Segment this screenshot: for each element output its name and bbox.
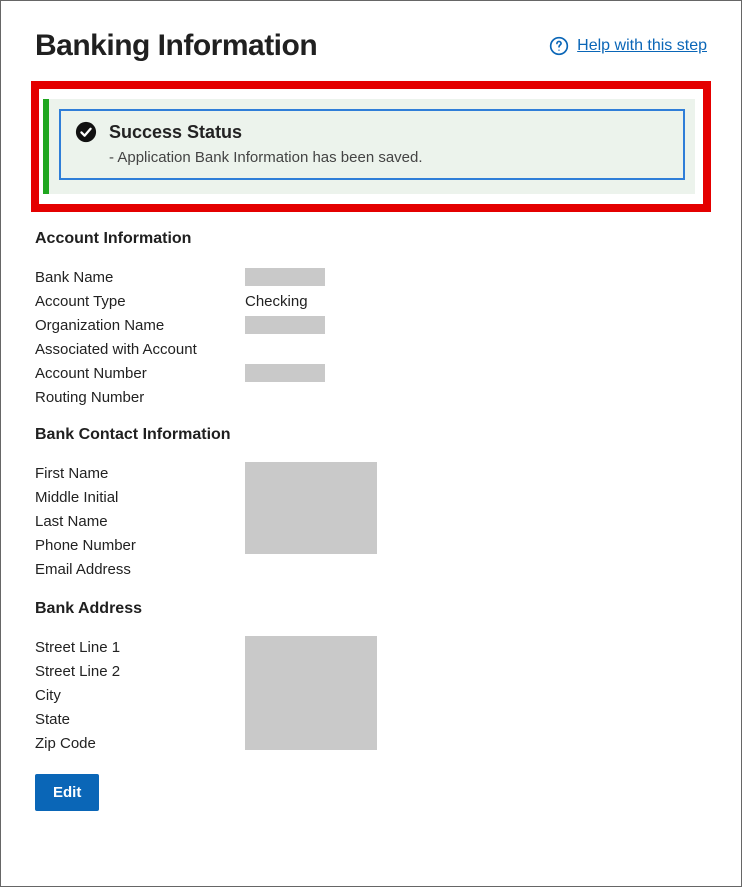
field-org-name: Organization Name bbox=[35, 314, 707, 336]
status-message: Application Bank Information has been sa… bbox=[109, 149, 669, 166]
status-highlight-callout: Success Status Application Bank Informat… bbox=[31, 81, 711, 212]
redacted-value bbox=[245, 316, 325, 334]
label-last-name: Last Name bbox=[35, 513, 245, 530]
label-state: State bbox=[35, 711, 245, 728]
label-account-type: Account Type bbox=[35, 293, 245, 310]
label-middle-initial: Middle Initial bbox=[35, 489, 245, 506]
status-banner-inner: Success Status Application Bank Informat… bbox=[59, 109, 685, 180]
field-account-number: Account Number bbox=[35, 362, 707, 384]
label-org-name: Organization Name bbox=[35, 317, 245, 334]
redacted-value bbox=[245, 268, 325, 286]
label-assoc-account: Associated with Account bbox=[35, 341, 245, 358]
help-link[interactable]: Help with this step bbox=[549, 36, 707, 56]
field-bank-name: Bank Name bbox=[35, 266, 707, 288]
value-account-type: Checking bbox=[245, 293, 308, 310]
field-account-type: Account Type Checking bbox=[35, 290, 707, 312]
section-heading-address: Bank Address bbox=[35, 600, 707, 618]
section-heading-account: Account Information bbox=[35, 230, 707, 248]
label-city: City bbox=[35, 687, 245, 704]
question-circle-icon bbox=[549, 36, 569, 56]
label-account-number: Account Number bbox=[35, 365, 245, 382]
label-routing-number: Routing Number bbox=[35, 389, 245, 406]
field-routing-number: Routing Number bbox=[35, 386, 707, 408]
redacted-block bbox=[245, 462, 377, 554]
redacted-block bbox=[245, 636, 377, 750]
field-email: Email Address bbox=[35, 558, 707, 580]
label-street1: Street Line 1 bbox=[35, 639, 245, 656]
page-header: Banking Information Help with this step bbox=[35, 29, 707, 63]
check-circle-icon bbox=[75, 121, 97, 143]
status-title: Success Status bbox=[109, 122, 242, 143]
status-banner: Success Status Application Bank Informat… bbox=[43, 99, 695, 194]
field-assoc-account: Associated with Account bbox=[35, 338, 707, 360]
label-bank-name: Bank Name bbox=[35, 269, 245, 286]
edit-button[interactable]: Edit bbox=[35, 774, 99, 811]
label-first-name: First Name bbox=[35, 465, 245, 482]
page-container: Banking Information Help with this step bbox=[0, 0, 742, 887]
account-info-block: Bank Name Account Type Checking Organiza… bbox=[35, 266, 707, 408]
help-link-label: Help with this step bbox=[577, 37, 707, 55]
status-header: Success Status bbox=[75, 121, 669, 143]
section-heading-contact: Bank Contact Information bbox=[35, 426, 707, 444]
redacted-value bbox=[245, 364, 325, 382]
bank-contact-block: First Name Middle Initial Last Name Phon… bbox=[35, 462, 707, 582]
page-title: Banking Information bbox=[35, 29, 317, 63]
label-street2: Street Line 2 bbox=[35, 663, 245, 680]
label-email: Email Address bbox=[35, 561, 245, 578]
label-phone: Phone Number bbox=[35, 537, 245, 554]
bank-address-block: Street Line 1 Street Line 2 City State Z… bbox=[35, 636, 707, 756]
label-zip: Zip Code bbox=[35, 735, 245, 752]
